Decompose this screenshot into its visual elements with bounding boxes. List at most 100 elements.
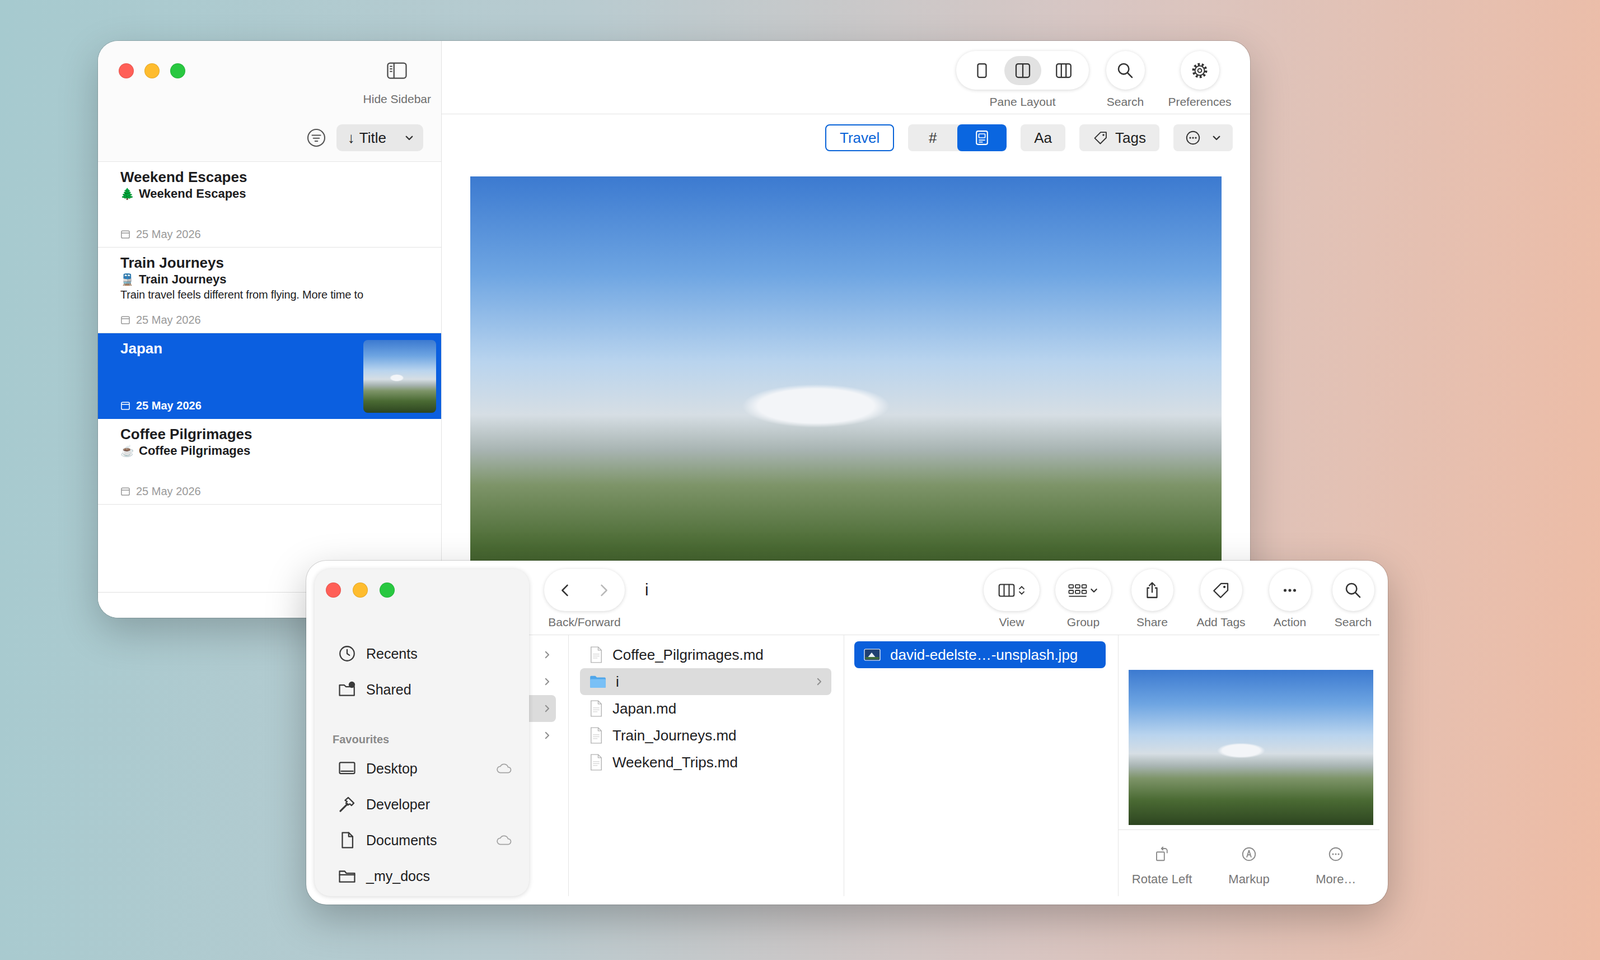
view-mode-option[interactable] bbox=[957, 124, 1007, 152]
hide-sidebar-button[interactable]: Hide Sidebar bbox=[363, 62, 432, 106]
tag-button[interactable] bbox=[1200, 568, 1243, 611]
note-title: Train Journeys bbox=[120, 253, 437, 272]
note-subtitle: 🌲Weekend Escapes bbox=[120, 185, 437, 202]
file-name: i bbox=[615, 672, 620, 691]
calendar-icon bbox=[120, 400, 131, 411]
note-date: 25 May 2026 bbox=[120, 398, 358, 413]
preview-action[interactable]: Markup bbox=[1205, 845, 1293, 886]
chevron-right-icon bbox=[542, 730, 552, 741]
chevron-down-icon bbox=[404, 132, 415, 143]
note-tag[interactable]: Travel bbox=[825, 124, 895, 152]
view-button[interactable] bbox=[983, 568, 1040, 611]
search-button[interactable] bbox=[1106, 50, 1145, 90]
preview-photo bbox=[1128, 669, 1374, 825]
toolbar-item: Search bbox=[1327, 568, 1379, 629]
preferences-button[interactable] bbox=[1180, 50, 1220, 90]
sidebar-item[interactable]: Documents bbox=[314, 821, 530, 858]
sidebar-item-label: Documents bbox=[366, 831, 486, 849]
zoom-button[interactable] bbox=[379, 582, 395, 598]
minimize-button[interactable] bbox=[144, 63, 160, 79]
note-subtitle: ☕Coffee Pilgrimages bbox=[120, 442, 437, 459]
calendar-icon bbox=[120, 228, 131, 240]
file-row[interactable]: Japan.md bbox=[579, 694, 832, 722]
search-button[interactable] bbox=[1332, 568, 1375, 611]
group-button[interactable] bbox=[1055, 568, 1112, 611]
file-row[interactable] bbox=[529, 641, 556, 668]
file-row[interactable]: i bbox=[579, 667, 832, 695]
view-mode-option[interactable]: # bbox=[908, 124, 958, 152]
gear-icon bbox=[1190, 61, 1210, 81]
file-name: Japan.md bbox=[612, 699, 677, 718]
toolbar-item: Group bbox=[1052, 568, 1115, 629]
zoom-button[interactable] bbox=[170, 63, 186, 79]
file-name: david-edelste…-unsplash.jpg bbox=[890, 646, 1078, 664]
cloud-icon bbox=[495, 834, 513, 846]
cloud-icon bbox=[495, 762, 513, 774]
file-row[interactable] bbox=[529, 721, 556, 749]
preview-action[interactable]: Rotate Left bbox=[1118, 845, 1206, 886]
file-row[interactable]: david-edelste…-unsplash.jpg bbox=[854, 641, 1106, 668]
close-button[interactable] bbox=[325, 582, 341, 598]
font-button[interactable]: Aa bbox=[1020, 124, 1066, 152]
note-list: Weekend Escapes🌲Weekend Escapes 25 May 20… bbox=[97, 161, 442, 592]
tags-button[interactable]: Tags bbox=[1079, 124, 1160, 152]
sidebar-item[interactable]: Desktop bbox=[314, 750, 530, 787]
preview-action[interactable]: More… bbox=[1292, 845, 1380, 886]
finder-window: RecentsSharedFavouritesDesktopDeveloperD… bbox=[306, 560, 1388, 905]
search-label: Search bbox=[1106, 95, 1145, 109]
more-button[interactable] bbox=[1173, 124, 1233, 152]
shared-icon bbox=[337, 679, 357, 699]
share-icon bbox=[1142, 580, 1162, 600]
browser-column: david-edelste…-unsplash.jpg bbox=[844, 634, 1119, 896]
calendar-icon bbox=[120, 314, 131, 325]
sidebar-item[interactable]: Developer bbox=[314, 786, 530, 822]
note-text: Japan 25 May 2026 bbox=[120, 339, 358, 413]
minimize-button[interactable] bbox=[352, 582, 368, 598]
sort-button[interactable]: ↓Title bbox=[336, 124, 424, 152]
share-button[interactable] bbox=[1131, 568, 1174, 611]
chevron-right-icon bbox=[542, 676, 552, 687]
close-button[interactable] bbox=[118, 63, 134, 79]
note-row[interactable]: Japan 25 May 2026 bbox=[97, 333, 442, 419]
action-button[interactable] bbox=[1269, 568, 1312, 611]
file-row[interactable] bbox=[529, 667, 556, 695]
up-down-icon bbox=[1017, 583, 1026, 597]
view-mode-label: # bbox=[928, 129, 937, 147]
note-row[interactable]: Weekend Escapes🌲Weekend Escapes25 May 20… bbox=[97, 161, 442, 248]
preview-pane: Rotate Left MarkupMore… bbox=[1118, 634, 1380, 896]
note-subtitle-text: Weekend Escapes bbox=[138, 185, 247, 202]
chevron-right-icon bbox=[542, 649, 552, 660]
filter-icon bbox=[306, 127, 327, 148]
note-row[interactable]: Coffee Pilgrimages☕Coffee Pilgrimages25 … bbox=[97, 418, 442, 505]
file-row[interactable]: Weekend_Trips.md bbox=[579, 748, 832, 776]
file-row[interactable]: Train_Journeys.md bbox=[579, 721, 832, 749]
back-button[interactable] bbox=[547, 572, 584, 608]
tag-icon bbox=[1092, 129, 1109, 146]
sidebar-list: RecentsSharedFavouritesDesktopDeveloperD… bbox=[314, 635, 530, 894]
hide-sidebar-label: Hide Sidebar bbox=[363, 92, 432, 106]
note-subtitle-text: Train Journeys bbox=[138, 271, 227, 288]
note-date: 25 May 2026 bbox=[120, 312, 437, 327]
note-title: Japan bbox=[120, 339, 358, 358]
toolbar-item-label: Search bbox=[1334, 615, 1373, 629]
sidebar-item-label: _my_docs bbox=[366, 867, 513, 884]
note-row[interactable]: Train Journeys🚆Train JourneysTrain trave… bbox=[97, 247, 442, 334]
tags-label: Tags bbox=[1115, 129, 1146, 147]
filter-button[interactable] bbox=[306, 127, 327, 148]
toolbar-item: Share bbox=[1124, 568, 1181, 629]
note-subtitle: 🚆Train Journeys bbox=[120, 271, 437, 288]
pane-layout-option[interactable] bbox=[963, 55, 1001, 86]
sidebar-item[interactable]: _my_docs bbox=[314, 857, 530, 894]
pane-layout-option[interactable] bbox=[1004, 55, 1042, 86]
finder-sidebar: RecentsSharedFavouritesDesktopDeveloperD… bbox=[314, 568, 530, 896]
documents-icon bbox=[337, 830, 357, 850]
sidebar-item[interactable]: Recents bbox=[314, 635, 530, 672]
forward-button[interactable] bbox=[585, 572, 622, 608]
preferences-group: Preferences bbox=[1161, 50, 1238, 109]
file-row[interactable] bbox=[529, 694, 556, 722]
sidebar-icon bbox=[386, 62, 407, 79]
sidebar-item[interactable]: Shared bbox=[314, 671, 530, 708]
file-row[interactable]: Coffee_Pilgrimages.md bbox=[579, 641, 832, 668]
preview-action-label: Rotate Left bbox=[1131, 872, 1193, 886]
pane-layout-option[interactable] bbox=[1045, 55, 1083, 86]
